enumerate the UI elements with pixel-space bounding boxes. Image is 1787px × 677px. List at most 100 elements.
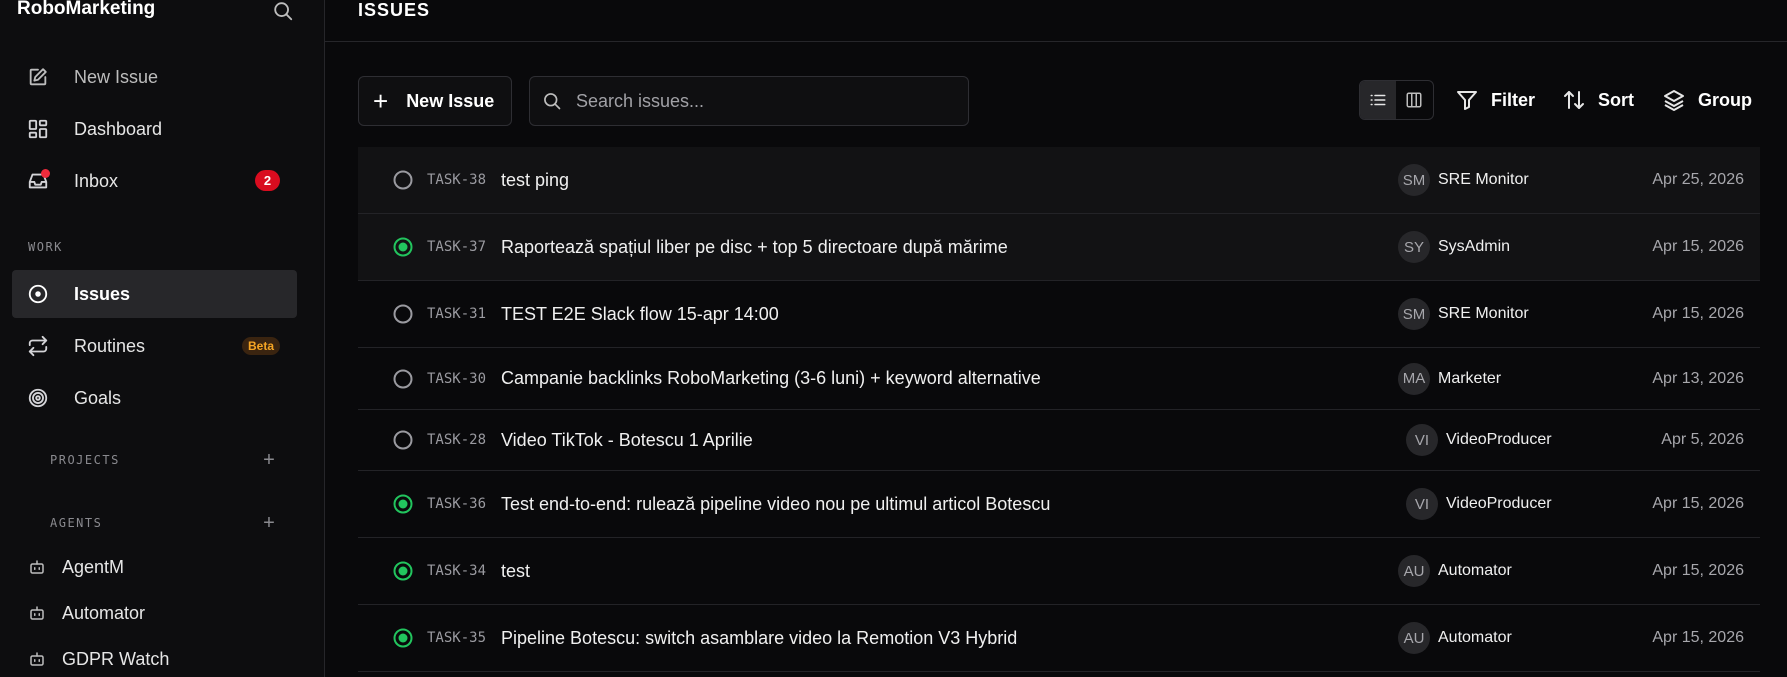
- sidebar: RoboMarketing New Issue Dashboard Inbox …: [0, 0, 325, 677]
- target-icon: [26, 386, 50, 410]
- list-view-button[interactable]: [1360, 81, 1396, 119]
- sidebar-item-agent[interactable]: GDPR Watch: [28, 642, 169, 676]
- issue-date: Apr 15, 2026: [1652, 629, 1744, 646]
- task-title[interactable]: test: [501, 561, 530, 582]
- assignee[interactable]: SM SRE Monitor: [1398, 298, 1529, 330]
- assignee[interactable]: SY SysAdmin: [1398, 231, 1510, 263]
- status-done-icon[interactable]: [393, 561, 413, 581]
- inbox-count-badge: 2: [255, 170, 280, 191]
- issue-date: Apr 15, 2026: [1652, 305, 1744, 322]
- issue-row[interactable]: TASK-30 Campanie backlinks RoboMarketing …: [358, 348, 1760, 410]
- task-title[interactable]: TEST E2E Slack flow 15-apr 14:00: [501, 304, 779, 325]
- sidebar-item-dashboard[interactable]: Dashboard: [12, 105, 297, 153]
- agent-name: Automator: [62, 602, 146, 623]
- task-title[interactable]: Test end-to-end: rulează pipeline video …: [501, 494, 1050, 515]
- sidebar-item-goals[interactable]: Goals: [12, 374, 297, 422]
- sidebar-item-new-issue[interactable]: New Issue: [12, 53, 297, 101]
- assignee-name: Marketer: [1438, 369, 1502, 387]
- assignee-name: SRE Monitor: [1438, 305, 1529, 322]
- task-id: TASK-30: [427, 370, 487, 387]
- section-label-projects: PROJECTS: [50, 453, 120, 467]
- bot-icon: [30, 560, 44, 574]
- task-id: TASK-36: [427, 496, 487, 512]
- status-done-icon[interactable]: [393, 628, 413, 648]
- status-open-icon[interactable]: [393, 304, 413, 324]
- task-id: TASK-38: [427, 172, 487, 188]
- assignee[interactable]: SM SRE Monitor: [1398, 164, 1529, 196]
- task-title[interactable]: Campanie backlinks RoboMarketing (3-6 lu…: [501, 368, 1041, 389]
- list-icon: [1370, 94, 1386, 106]
- beta-badge: Beta: [241, 337, 280, 355]
- sidebar-item-label: Dashboard: [74, 118, 163, 139]
- section-label-agents: AGENTS: [50, 516, 103, 530]
- avatar: VI: [1406, 488, 1438, 520]
- view-toggle: [1359, 80, 1434, 120]
- sidebar-item-issues[interactable]: Issues: [12, 270, 297, 318]
- add-project-icon[interactable]: +: [260, 450, 278, 470]
- search-icon[interactable]: [272, 0, 294, 22]
- search-input[interactable]: [574, 89, 938, 113]
- sidebar-item-agent[interactable]: Automator: [28, 596, 145, 630]
- bot-icon: [30, 606, 44, 620]
- issue-row[interactable]: TASK-38 test ping SM SRE Monitor Apr 25, 202…: [358, 147, 1760, 214]
- assignee-name: Automator: [1438, 629, 1512, 646]
- repeat-icon: [26, 334, 50, 358]
- issue-date: Apr 5, 2026: [1661, 431, 1744, 448]
- filter-button[interactable]: Filter: [1455, 86, 1535, 114]
- sidebar-item-label: Issues: [74, 283, 131, 304]
- assignee[interactable]: AU Automator: [1398, 622, 1512, 654]
- task-title[interactable]: test ping: [501, 170, 569, 191]
- sidebar-item-agent[interactable]: AgentM: [28, 550, 124, 584]
- status-done-icon[interactable]: [393, 494, 413, 514]
- search-box[interactable]: [529, 76, 969, 126]
- assignee-name: SRE Monitor: [1438, 171, 1529, 188]
- issues-icon: [26, 282, 50, 306]
- assignee[interactable]: VI VideoProducer: [1406, 488, 1552, 520]
- task-id: TASK-31: [427, 306, 487, 322]
- assignee[interactable]: AU Automator: [1398, 555, 1512, 587]
- sidebar-item-inbox[interactable]: Inbox 2: [12, 157, 297, 205]
- add-agent-icon[interactable]: +: [260, 513, 278, 533]
- status-open-icon[interactable]: [393, 369, 413, 389]
- avatar: SM: [1398, 164, 1430, 196]
- unread-dot: [41, 169, 50, 178]
- edit-icon: [26, 65, 50, 89]
- task-id: TASK-34: [427, 563, 487, 579]
- task-title[interactable]: Raportează spațiul liber pe disc + top 5…: [501, 237, 1008, 258]
- group-button[interactable]: Group: [1662, 86, 1752, 114]
- avatar: AU: [1398, 622, 1430, 654]
- issue-date: Apr 25, 2026: [1652, 171, 1744, 188]
- status-open-icon[interactable]: [393, 170, 413, 190]
- issue-row[interactable]: TASK-37 Raportează spațiul liber pe disc …: [358, 214, 1760, 281]
- issue-row[interactable]: TASK-28 Video TikTok - Botescu 1 Aprilie V…: [358, 410, 1760, 471]
- sort-button[interactable]: Sort: [1562, 86, 1634, 114]
- avatar: SM: [1398, 298, 1430, 330]
- task-id: TASK-35: [427, 630, 487, 646]
- page-title: ISSUES: [358, 0, 431, 20]
- issue-row[interactable]: TASK-36 Test end-to-end: rulează pipeline…: [358, 471, 1760, 538]
- assignee[interactable]: MA Marketer: [1398, 362, 1502, 395]
- sidebar-item-label: Inbox: [74, 170, 119, 191]
- sidebar-item-label: Routines: [74, 335, 146, 356]
- sidebar-item-routines[interactable]: Routines Beta: [12, 322, 297, 370]
- assignee-name: SysAdmin: [1438, 238, 1511, 255]
- issue-row[interactable]: TASK-35 Pipeline Botescu: switch asamblar…: [358, 605, 1760, 672]
- new-issue-button[interactable]: + New Issue: [358, 76, 512, 126]
- issue-date: Apr 13, 2026: [1652, 369, 1744, 387]
- status-done-icon[interactable]: [393, 237, 413, 257]
- issue-row[interactable]: TASK-34 test AU Automator Apr 15, 2026: [358, 538, 1760, 605]
- sort-label: Sort: [1598, 89, 1634, 110]
- status-open-icon[interactable]: [393, 430, 413, 450]
- issue-date: Apr 15, 2026: [1652, 495, 1744, 512]
- bot-icon: [30, 652, 44, 666]
- task-title[interactable]: Pipeline Botescu: switch asamblare video…: [501, 628, 1017, 649]
- issue-date: Apr 15, 2026: [1652, 562, 1744, 579]
- sidebar-item-label: Goals: [74, 387, 122, 408]
- assignee[interactable]: VI VideoProducer: [1406, 424, 1552, 456]
- new-issue-label: New Issue: [406, 90, 495, 111]
- task-title[interactable]: Video TikTok - Botescu 1 Aprilie: [501, 430, 753, 451]
- issue-row[interactable]: TASK-31 TEST E2E Slack flow 15-apr 14:00 S…: [358, 281, 1760, 348]
- board-view-button[interactable]: [1396, 81, 1432, 119]
- sort-icon: [1564, 91, 1584, 109]
- app-title: RoboMarketing: [17, 0, 156, 19]
